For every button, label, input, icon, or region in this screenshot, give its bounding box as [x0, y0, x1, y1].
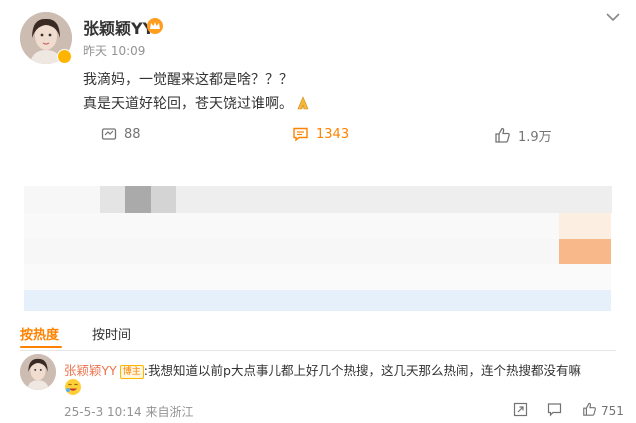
- post-time[interactable]: 昨天 10:09: [83, 42, 145, 59]
- comment-share-button[interactable]: [513, 402, 528, 421]
- active-tab-indicator: [20, 346, 62, 348]
- crown-badge-icon[interactable]: [147, 18, 163, 34]
- share-icon: [513, 402, 528, 421]
- like-icon: [494, 127, 511, 144]
- laugh-emoji-icon: [64, 378, 82, 396]
- comment-author-avatar[interactable]: [20, 354, 56, 390]
- comment-line: 张颖颖YY 博主:我想知道以前p大点事儿都上好几个热搜，这几天那么热闹，连个热搜都…: [64, 360, 581, 379]
- comment-icon: [292, 126, 309, 142]
- collapse-chevron-icon[interactable]: [605, 8, 621, 22]
- comment-date: 25-5-3 10:14: [64, 405, 142, 419]
- comment-location: 来自浙江: [145, 405, 194, 419]
- tab-sort-by-time[interactable]: 按时间: [92, 324, 131, 343]
- comment-button[interactable]: 1343: [292, 126, 349, 142]
- repost-button[interactable]: 88: [101, 126, 141, 142]
- pray-emoji-icon: [295, 95, 311, 111]
- comment-count: 1343: [316, 126, 350, 142]
- like-count: 1.9万: [518, 130, 552, 145]
- author-tag-badge: 博主: [119, 365, 144, 379]
- post-text-line-1: 我滴妈，一觉醒来这都是啥？？？: [83, 72, 293, 88]
- like-button[interactable]: 1.9万: [494, 126, 552, 145]
- divider: [20, 350, 616, 351]
- comment-author-name[interactable]: 张颖颖YY: [64, 363, 117, 378]
- verified-badge-icon: [57, 49, 72, 64]
- repost-icon: [101, 126, 117, 142]
- comment-like-button[interactable]: 751: [582, 402, 624, 420]
- tab-sort-by-hot[interactable]: 按热度: [20, 324, 59, 343]
- reply-icon: [547, 402, 562, 421]
- redacted-mosaic-region: [24, 186, 612, 311]
- repost-count: 88: [124, 126, 141, 142]
- comment-meta: 25-5-3 10:14 来自浙江: [64, 403, 193, 420]
- comment-like-count: 751: [601, 404, 624, 418]
- post-text-line-2-text: 真是天道好轮回，苍天饶过谁啊。: [83, 96, 293, 112]
- comment-reply-button[interactable]: [547, 402, 562, 421]
- post-text-line-2: 真是天道好轮回，苍天饶过谁啊。: [83, 94, 311, 114]
- comment-text: :我想知道以前p大点事儿都上好几个热搜，这几天那么热闹，连个热搜都没有嘛: [143, 363, 581, 378]
- post-author-name[interactable]: 张颖颖YY: [83, 15, 154, 39]
- comment-like-icon: [582, 402, 597, 420]
